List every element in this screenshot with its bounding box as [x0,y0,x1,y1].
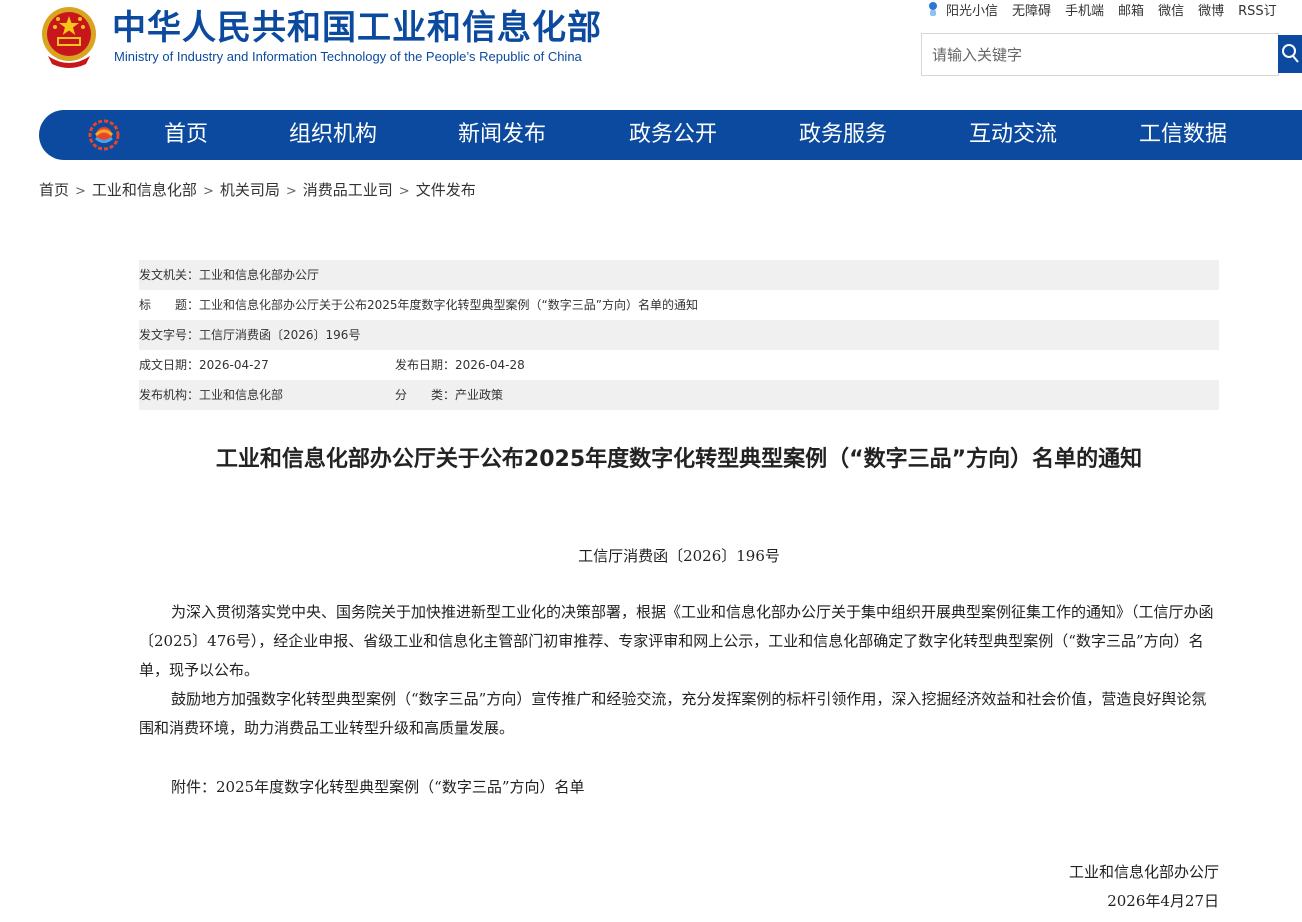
toplink-wechat[interactable]: 微信 [1158,0,1184,19]
search-button[interactable] [1278,35,1302,73]
nav-gov-affairs-open[interactable]: 政务公开 [629,110,717,160]
article-paragraph: 为深入贯彻落实党中央、国务院关于加快推进新型工业化的决策部署，根据《工业和信息化… [139,603,1214,679]
document-info-table: 发文机关：工业和信息化部办公厅 标 题：工业和信息化部办公厅关于公布2025年度… [139,260,1219,410]
breadcrumb-documents[interactable]: 文件发布 [416,181,476,199]
toplink-accessibility[interactable]: 无障碍 [1012,0,1051,19]
breadcrumb-separator: > [398,184,410,199]
attachment-link[interactable]: 附件：2025年度数字化转型典型案例（“数字三品”方向）名单 [171,773,585,802]
info-row: 发文机关：工业和信息化部办公厅 [139,260,1219,290]
nav-interaction[interactable]: 互动交流 [969,110,1057,160]
info-row: 发文字号：工信厅消费函〔2026〕196号 [139,320,1219,350]
toplink-rss[interactable]: RSS订 [1238,0,1277,19]
breadcrumb-home[interactable]: 首页 [39,181,69,199]
info-doc-no: 发文字号：工信厅消费函〔2026〕196号 [139,328,361,342]
search-input[interactable] [922,34,1262,75]
breadcrumb-departments[interactable]: 机关司局 [220,181,280,199]
article-doc-number: 工信厅消费函〔2026〕196号 [578,547,780,565]
info-row: 发布机构：工业和信息化部 分 类：产业政策 [139,380,1219,410]
breadcrumb-separator: > [285,184,297,199]
search-icon [1282,44,1299,63]
nav-organization[interactable]: 组织机构 [289,110,377,160]
breadcrumb: 首页 > 工业和信息化部 > 机关司局 > 消费品工业司 > 文件发布 [39,180,476,202]
site-title[interactable]: 中华人民共和国工业和信息化部 [112,6,602,50]
nav-news[interactable]: 新闻发布 [458,110,546,160]
info-org: 发布机构：工业和信息化部 [139,388,284,402]
top-links: 阳光小信 无障碍 手机端 邮箱 微信 微博 RSS订 [926,0,1277,19]
breadcrumb-ministry[interactable]: 工业和信息化部 [92,181,197,199]
info-row: 标 题：工业和信息化部办公厅关于公布2025年度数字化转型典型案例（“数字三品”… [139,290,1219,320]
toplink-email[interactable]: 邮箱 [1118,0,1144,19]
article-title: 工业和信息化部办公厅关于公布2025年度数字化转型典型案例（“数字三品”方向）名… [215,447,1143,472]
site-title-english: Ministry of Industry and Information Tec… [114,49,582,64]
info-row: 成文日期：2026-04-27 发布日期：2026-04-28 [139,350,1219,380]
breadcrumb-consumer-goods-dept[interactable]: 消费品工业司 [303,181,393,199]
signature-date: 2026年4月27日 [1107,892,1219,910]
info-category: 分 类：产业政策 [395,388,504,402]
nav-data[interactable]: 工信数据 [1139,110,1227,160]
info-title: 标 题：工业和信息化部办公厅关于公布2025年度数字化转型典型案例（“数字三品”… [139,298,698,312]
sunshine-mascot-icon [929,2,937,16]
nav-home[interactable]: 首页 [164,110,208,160]
nav-gov-services[interactable]: 政务服务 [799,110,887,160]
info-issuer: 发文机关：工业和信息化部办公厅 [139,268,320,282]
toplink-mobile[interactable]: 手机端 [1065,0,1104,19]
main-nav: 首页 组织机构 新闻发布 政务公开 政务服务 互动交流 工信数据 [39,110,1302,160]
breadcrumb-separator: > [202,184,214,199]
miit-logo-icon[interactable] [87,119,121,151]
breadcrumb-separator: > [75,184,86,199]
info-published-date: 发布日期：2026-04-28 [395,358,525,372]
national-emblem-icon[interactable] [38,4,100,70]
toplink-sunshine[interactable]: 阳光小信 [946,0,998,19]
info-created-date: 成文日期：2026-04-27 [139,358,269,372]
article-paragraph: 鼓励地方加强数字化转型典型案例（“数字三品”方向）宣传推广和经验交流，充分发挥案… [139,690,1207,737]
search-box [921,33,1279,76]
signature-org: 工业和信息化部办公厅 [1068,863,1219,881]
toplink-weibo[interactable]: 微博 [1198,0,1224,19]
